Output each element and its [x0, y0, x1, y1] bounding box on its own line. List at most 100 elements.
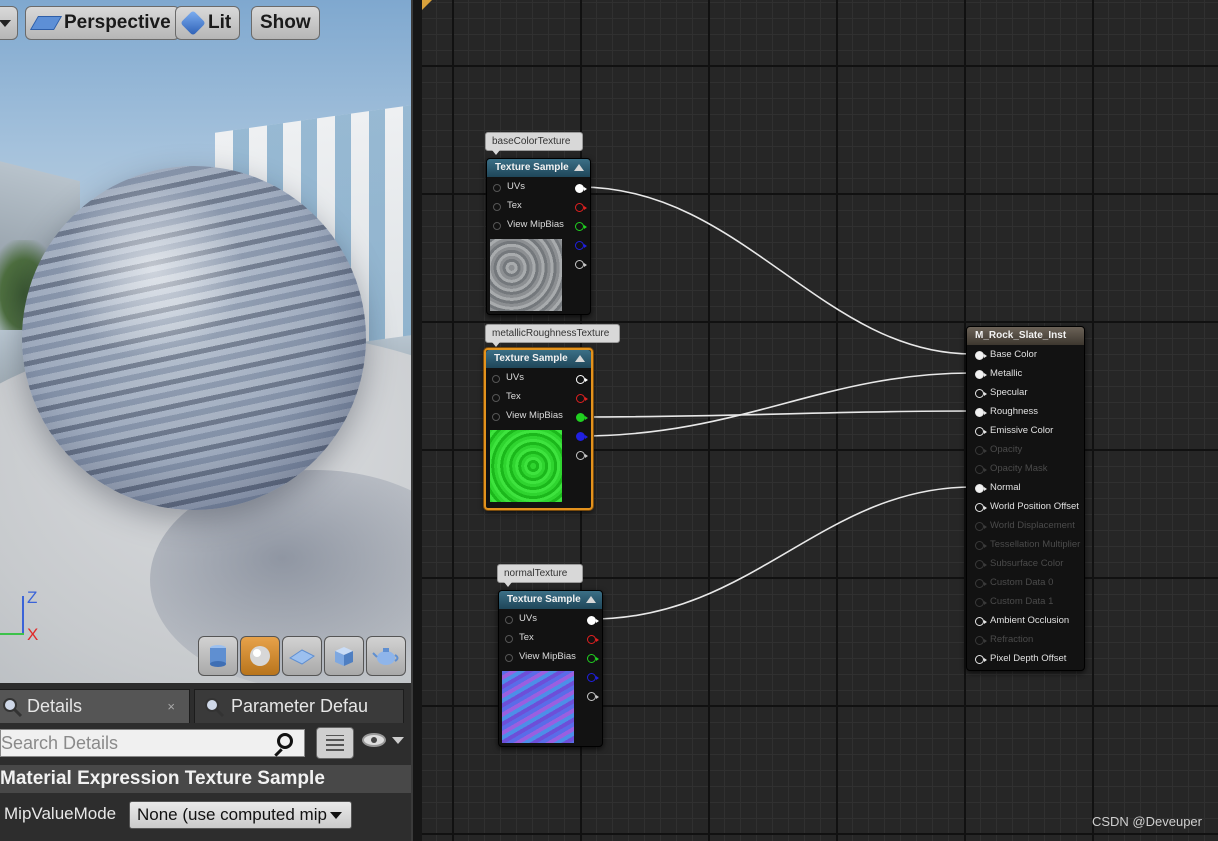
teapot-icon	[372, 648, 399, 665]
material-pin-roughness[interactable]: Roughness	[967, 403, 1084, 422]
input-pin[interactable]	[492, 413, 500, 421]
perspective-button[interactable]: Perspective	[25, 6, 180, 40]
panel-splitter[interactable]	[411, 0, 422, 841]
node-header[interactable]: Texture Sample	[499, 591, 602, 609]
tab-details[interactable]: Details ×	[0, 689, 190, 723]
material-pin-pixel-depth-offset[interactable]: Pixel Depth Offset	[967, 650, 1084, 669]
pin-label: Tex	[519, 632, 534, 643]
wire-metallic	[579, 372, 973, 437]
output-pin-g[interactable]	[575, 222, 587, 231]
search-details-input[interactable]: Search Details	[0, 729, 305, 757]
input-pin[interactable]	[505, 654, 513, 662]
output-pin-r[interactable]	[575, 203, 587, 212]
material-pin-metallic[interactable]: Metallic	[967, 365, 1084, 384]
preview-teapot-button[interactable]	[366, 636, 406, 676]
material-pin-normal[interactable]: Normal	[967, 479, 1084, 498]
node-header[interactable]: Texture Sample	[486, 350, 591, 368]
input-pin[interactable]	[975, 655, 987, 664]
material-pin-specular[interactable]: Specular	[967, 384, 1084, 403]
material-preview-viewport[interactable]: Perspective Lit Show Z X	[0, 0, 411, 683]
input-pin[interactable]	[493, 203, 501, 211]
output-pin-b[interactable]	[587, 673, 599, 682]
material-pin-emissive-color[interactable]: Emissive Color	[967, 422, 1084, 441]
material-pin-world-position-offset[interactable]: World Position Offset	[967, 498, 1084, 517]
output-pin-rgb[interactable]	[576, 375, 588, 384]
texture-sample-node-normal[interactable]: Texture Sample UVs Tex View MipBias	[498, 590, 603, 747]
lit-button[interactable]: Lit	[175, 6, 241, 40]
input-pin	[975, 598, 987, 607]
eye-icon[interactable]	[362, 733, 386, 747]
input-pin[interactable]	[975, 370, 987, 379]
axis-x-line	[0, 633, 24, 635]
texture-sample-node-basecolor[interactable]: Texture Sample UVs Tex View MipBias	[486, 158, 591, 315]
material-pin-ambient-occlusion[interactable]: Ambient Occlusion	[967, 612, 1084, 631]
preview-sphere-button[interactable]	[240, 636, 280, 676]
output-pin-rgb[interactable]	[587, 616, 599, 625]
output-pin-a[interactable]	[587, 692, 599, 701]
chevron-down-icon	[330, 812, 342, 819]
collapse-icon[interactable]	[574, 164, 584, 171]
tab-close-icon[interactable]: ×	[167, 699, 175, 714]
material-result-node[interactable]: M_Rock_Slate_Inst Base Color Metallic Spec…	[966, 326, 1085, 671]
preview-cube-button[interactable]	[324, 636, 364, 676]
pin-label: Emissive Color	[990, 425, 1054, 436]
node-comment: baseColorTexture	[485, 132, 583, 155]
input-pin[interactable]	[493, 222, 501, 230]
node-header[interactable]: M_Rock_Slate_Inst	[967, 327, 1084, 345]
collapse-icon[interactable]	[586, 596, 596, 603]
input-pin[interactable]	[975, 617, 987, 626]
input-pin[interactable]	[493, 184, 501, 192]
pin-label: Opacity Mask	[990, 463, 1048, 474]
input-pin[interactable]	[505, 616, 513, 624]
viewport-options-button[interactable]	[0, 6, 18, 40]
pin-label: UVs	[506, 372, 524, 383]
input-pin[interactable]	[975, 427, 987, 436]
input-pin	[975, 579, 987, 588]
node-title: Texture Sample	[507, 594, 581, 605]
output-pin-b[interactable]	[576, 432, 588, 441]
mip-value-mode-value: None (use computed mip	[137, 805, 327, 824]
node-header[interactable]: Texture Sample	[487, 159, 590, 177]
input-pin[interactable]	[975, 389, 987, 398]
pin-label: Metallic	[990, 368, 1023, 379]
show-button[interactable]: Show	[251, 6, 320, 40]
output-pin-r[interactable]	[576, 394, 588, 403]
magnifier-icon	[3, 697, 23, 717]
material-pin-base-color[interactable]: Base Color	[967, 346, 1084, 365]
pin-row-mipbias: View MipBias	[486, 408, 591, 427]
collapse-icon[interactable]	[575, 355, 585, 362]
preview-plane-button[interactable]	[282, 636, 322, 676]
output-pin-g[interactable]	[587, 654, 599, 663]
input-pin[interactable]	[505, 635, 513, 643]
preview-cylinder-button[interactable]	[198, 636, 238, 676]
output-pin-b[interactable]	[575, 241, 587, 250]
output-pin-a[interactable]	[575, 260, 587, 269]
pin-label: Custom Data 1	[990, 596, 1054, 607]
input-pin[interactable]	[975, 484, 987, 493]
texture-thumbnail	[490, 239, 562, 311]
output-pin-g[interactable]	[576, 413, 588, 422]
material-pin-tessellation-multiplier: Tessellation Multiplier	[967, 536, 1084, 555]
lit-cube-icon	[180, 10, 206, 36]
material-graph-canvas[interactable]: baseColorTexture Texture Sample UVs Tex …	[422, 0, 1218, 841]
property-matrix-button[interactable]	[316, 727, 354, 759]
mip-value-mode-select[interactable]: None (use computed mip	[129, 801, 352, 829]
search-icon[interactable]	[277, 733, 293, 749]
wire-roughness	[579, 410, 973, 418]
input-pin[interactable]	[492, 375, 500, 383]
node-title: Texture Sample	[495, 162, 569, 173]
input-pin[interactable]	[492, 394, 500, 402]
pin-label: View MipBias	[506, 410, 563, 421]
texture-sample-node-metallic-roughness[interactable]: Texture Sample UVs Tex View MipBias	[484, 348, 593, 510]
input-pin[interactable]	[975, 351, 987, 360]
input-pin[interactable]	[975, 503, 987, 512]
input-pin	[975, 522, 987, 531]
output-pin-rgb[interactable]	[575, 184, 587, 193]
output-pin-a[interactable]	[576, 451, 588, 460]
tab-parameter-defaults[interactable]: Parameter Defau	[194, 689, 404, 723]
input-pin[interactable]	[975, 408, 987, 417]
chevron-down-icon[interactable]	[392, 737, 404, 744]
output-pin-r[interactable]	[587, 635, 599, 644]
section-header[interactable]: Material Expression Texture Sample	[0, 765, 411, 793]
material-pin-subsurface-color: Subsurface Color	[967, 555, 1084, 574]
